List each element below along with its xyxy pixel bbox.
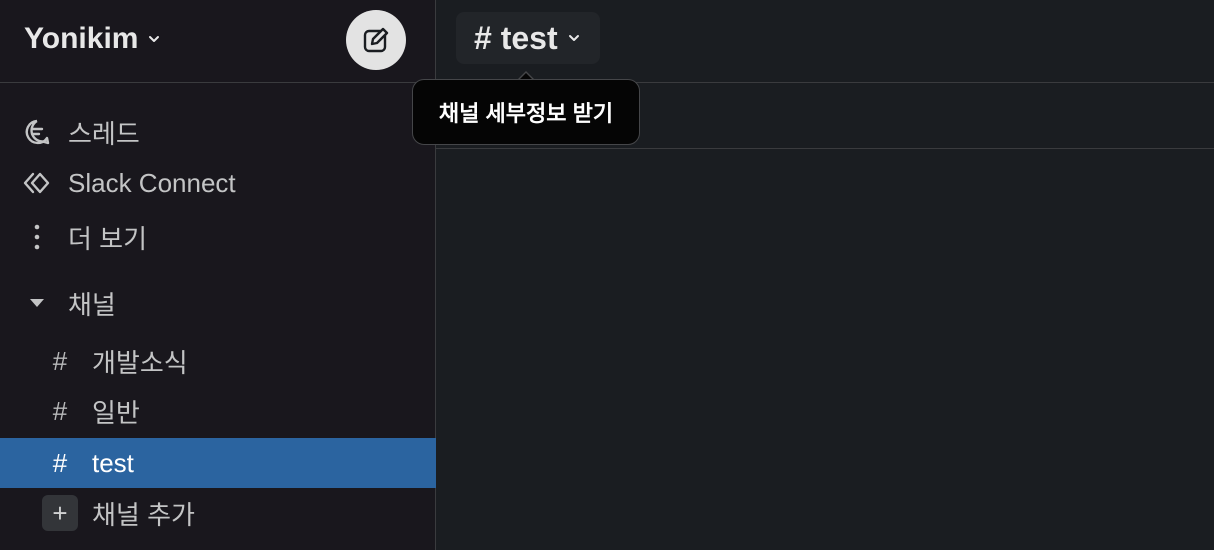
compose-icon <box>363 27 389 53</box>
caret-down-icon <box>22 288 52 318</box>
nav-item-threads[interactable]: 스레드 <box>0 110 435 154</box>
nav-item-more[interactable]: 더 보기 <box>0 215 435 259</box>
add-channel-button[interactable]: + 채널 추가 <box>0 488 436 538</box>
workspace-switcher[interactable]: Yonikim <box>24 22 162 56</box>
chevron-down-icon <box>149 36 160 42</box>
nav-item-label: Slack Connect <box>68 167 236 198</box>
more-vertical-icon <box>22 222 52 252</box>
nav-item-slack-connect[interactable]: Slack Connect <box>0 161 435 205</box>
workspace-name: Yonikim <box>24 22 139 55</box>
channel-title: # test <box>474 19 558 56</box>
plus-icon: + <box>42 495 78 531</box>
chevron-down-icon <box>568 35 579 41</box>
channel-label: test <box>92 447 134 478</box>
threads-icon <box>22 117 52 147</box>
channel-item[interactable]: # 개발소식 <box>0 336 436 386</box>
channel-item-active[interactable]: # test <box>0 438 436 488</box>
nav-item-label: 더 보기 <box>68 223 147 254</box>
hash-icon: # <box>52 395 68 426</box>
channel-item[interactable]: # 일반 <box>0 386 436 436</box>
tooltip: 채널 세부정보 받기 <box>412 79 640 145</box>
channels-section-toggle[interactable]: 채널 <box>0 281 435 325</box>
nav-item-label: 스레드 <box>68 118 140 149</box>
workspace-header: Yonikim <box>0 0 435 83</box>
channel-details-button[interactable]: # test <box>456 12 600 64</box>
channel-label: 일반 <box>92 397 140 428</box>
hash-icon: # <box>52 345 68 376</box>
hash-icon: # <box>52 447 68 478</box>
compose-button[interactable] <box>346 10 406 70</box>
slack-connect-icon <box>22 168 52 198</box>
tooltip-text: 채널 세부정보 받기 <box>438 101 614 126</box>
sidebar: Yonikim 스레드 Slack Connect 더 보기 채널 # 개발소식… <box>0 0 436 550</box>
channels-section-label: 채널 <box>68 289 116 320</box>
channel-label: 개발소식 <box>92 347 188 378</box>
channel-header: # test <box>436 0 1214 83</box>
add-channel-label: 채널 추가 <box>92 499 195 530</box>
